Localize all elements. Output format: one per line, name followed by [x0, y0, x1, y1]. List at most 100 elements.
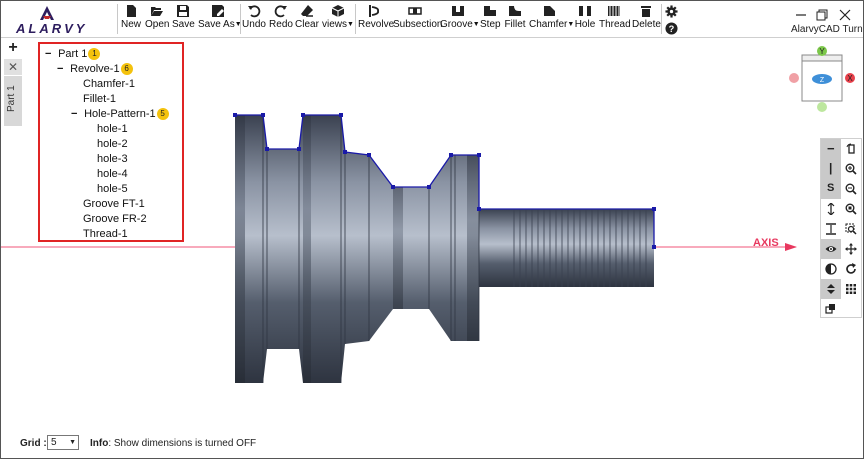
- close-window-icon[interactable]: [839, 9, 851, 21]
- subsection-button[interactable]: Subsection: [393, 3, 442, 36]
- groove-icon: [452, 6, 464, 16]
- status-bar: Grid : 5 ▼ Info: Show dimensions is turn…: [1, 429, 863, 458]
- restore-icon[interactable]: [816, 9, 828, 21]
- thread-icon: [608, 6, 620, 16]
- zoom-window-icon: [845, 203, 857, 215]
- zoom-in-icon: [845, 163, 857, 175]
- sort-arrows-icon: [827, 284, 835, 294]
- contrast-button[interactable]: [821, 259, 841, 279]
- grid-icon: [846, 284, 856, 294]
- subsection-icon: [407, 7, 422, 15]
- zoom-fit-button[interactable]: [841, 219, 861, 239]
- info-message: Info: Show dimensions is turned OFF: [90, 438, 257, 449]
- main-toolbar: ALARVY New Open Save Save As▼ Undo Redo: [1, 1, 863, 38]
- count-badge: 5: [156, 108, 169, 120]
- views-dropdown[interactable]: views▼: [322, 3, 354, 36]
- groove-dropdown[interactable]: Groove▼: [440, 3, 480, 36]
- rotate-view-button[interactable]: [841, 259, 861, 279]
- count-badge: 6: [120, 63, 133, 75]
- tree-node-hole[interactable]: hole-1: [97, 122, 128, 136]
- app-title: AlarvyCAD Turn: [791, 24, 863, 35]
- save-as-button[interactable]: Save As▼: [198, 3, 242, 36]
- horizontal-dimension-button[interactable]: [821, 219, 841, 239]
- zoom-window-button[interactable]: [841, 199, 861, 219]
- part-body[interactable]: [235, 115, 479, 383]
- toolbar-separator: [240, 4, 241, 34]
- zoom-out-icon: [845, 183, 857, 195]
- revolve-button[interactable]: Revolve: [358, 3, 394, 36]
- floppy-disk-icon: [177, 5, 189, 17]
- tree-node-hole-pattern[interactable]: − Hole-Pattern-1 5: [71, 107, 169, 121]
- toolbar-separator: [355, 4, 356, 34]
- negative-x-axis-button[interactable]: [789, 73, 799, 83]
- open-button[interactable]: Open: [145, 3, 169, 36]
- save-button[interactable]: Save: [172, 3, 195, 36]
- negative-y-axis-button[interactable]: [817, 102, 827, 112]
- visibility-button[interactable]: [821, 239, 841, 259]
- app-window: ALARVY New Open Save Save As▼ Undo Redo: [0, 0, 864, 459]
- gear-icon[interactable]: [665, 5, 678, 18]
- thread-button[interactable]: Thread: [599, 3, 631, 36]
- z-axis-label: Z: [820, 77, 825, 84]
- part-tab-label: Part 1: [6, 85, 17, 112]
- rotate-axis-button[interactable]: [841, 139, 861, 159]
- step-icon: [484, 6, 496, 16]
- delete-button[interactable]: Delete: [632, 3, 661, 36]
- y-axis-label: Y: [819, 47, 825, 56]
- tree-node-hole[interactable]: hole-4: [97, 167, 128, 181]
- vertical-arrows-icon: [827, 203, 835, 215]
- expand-collapse-button[interactable]: [821, 279, 841, 299]
- axis-arrow: [785, 243, 797, 251]
- zoom-out-button[interactable]: [841, 179, 861, 199]
- feature-tree: − Part 11 − Revolve-1 6 Chamfer-1 Fillet-…: [38, 42, 184, 242]
- tree-node-part[interactable]: − Part 11: [45, 47, 101, 61]
- tree-node-fillet[interactable]: Fillet-1: [83, 92, 116, 106]
- tree-node-groove-fr[interactable]: Groove FR-2: [83, 212, 147, 226]
- copy-icon: [825, 304, 835, 314]
- minimize-icon[interactable]: [795, 9, 807, 21]
- vertical-line-button[interactable]: |: [821, 159, 841, 179]
- grid-size-select[interactable]: 5 ▼: [47, 435, 79, 450]
- pan-button[interactable]: [841, 239, 861, 259]
- collapse-toggle[interactable]: −: [71, 107, 81, 121]
- tree-node-groove-ft[interactable]: Groove FT-1: [83, 197, 145, 211]
- tree-node-thread[interactable]: Thread-1: [83, 227, 128, 241]
- hole-button[interactable]: Hole: [574, 3, 596, 36]
- navigation-cube[interactable]: Y X Z: [787, 45, 859, 113]
- line-tool-button[interactable]: −: [821, 139, 841, 159]
- help-icon[interactable]: ?: [665, 22, 678, 35]
- snap-button[interactable]: S: [821, 179, 841, 199]
- dimension-icon: [826, 223, 836, 235]
- chamfer-dropdown[interactable]: Chamfer▼: [529, 3, 574, 36]
- turned-part[interactable]: [233, 113, 656, 383]
- tree-node-hole[interactable]: hole-3: [97, 152, 128, 166]
- toolbar-separator: [661, 4, 662, 34]
- clear-button[interactable]: Clear: [295, 3, 319, 36]
- add-part-button[interactable]: +: [4, 40, 22, 56]
- vertical-dimension-button[interactable]: [821, 199, 841, 219]
- tree-node-hole[interactable]: hole-5: [97, 182, 128, 196]
- rotate-icon: [846, 263, 856, 274]
- collapse-toggle[interactable]: −: [57, 62, 67, 76]
- grid-view-button[interactable]: [841, 279, 861, 299]
- tree-node-chamfer[interactable]: Chamfer-1: [83, 77, 135, 91]
- undo-button[interactable]: Undo: [242, 3, 266, 36]
- redo-button[interactable]: Redo: [269, 3, 293, 36]
- undo-icon: [248, 5, 261, 18]
- axis-label: AXIS: [753, 237, 779, 249]
- new-button[interactable]: New: [120, 3, 142, 36]
- revolve-icon: [369, 5, 380, 17]
- part-tab[interactable]: Part 1: [4, 76, 22, 126]
- collapse-toggle[interactable]: −: [45, 47, 55, 61]
- fillet-button[interactable]: Fillet: [504, 3, 526, 36]
- tree-node-hole[interactable]: hole-2: [97, 137, 128, 151]
- close-part-button[interactable]: ✕: [4, 59, 22, 75]
- view-toolbox: − | S: [820, 138, 862, 318]
- step-button[interactable]: Step: [480, 3, 501, 36]
- contrast-icon: [825, 263, 837, 275]
- zoom-in-button[interactable]: [841, 159, 861, 179]
- tree-node-revolve[interactable]: − Revolve-1 6: [57, 62, 133, 76]
- copy-view-button[interactable]: [821, 299, 841, 319]
- move-arrows-icon: [845, 243, 857, 255]
- fillet-icon: [509, 6, 521, 16]
